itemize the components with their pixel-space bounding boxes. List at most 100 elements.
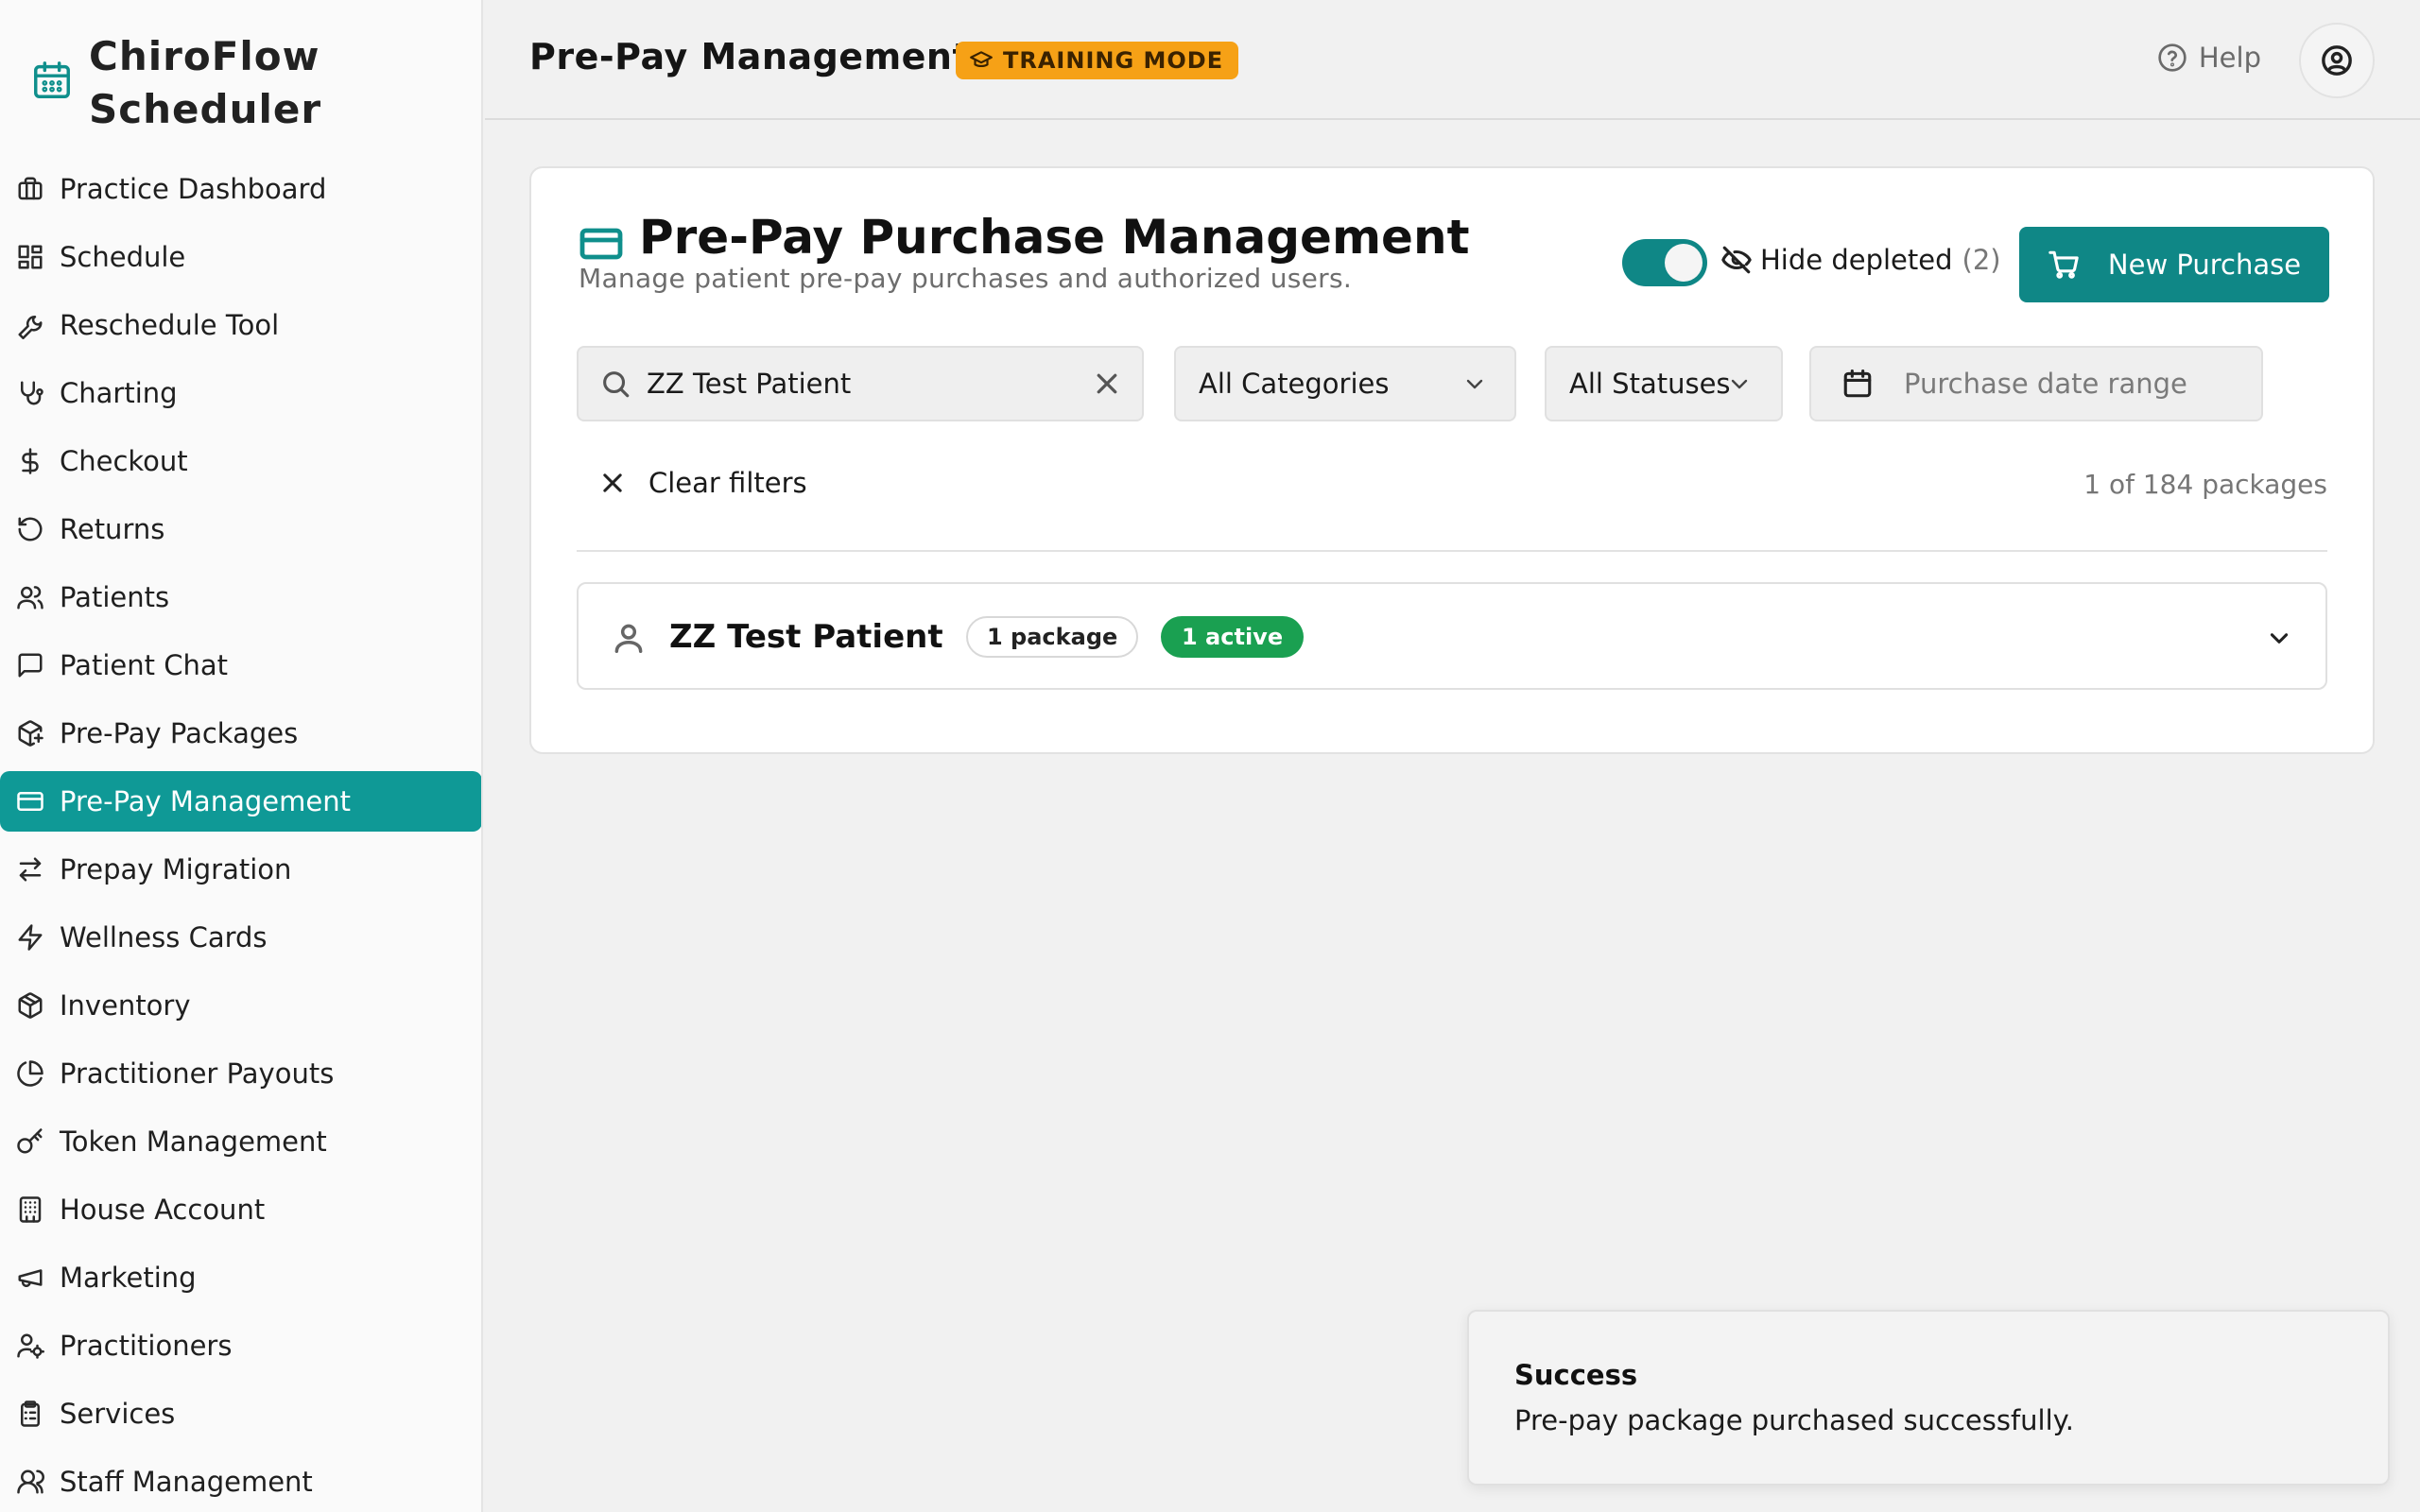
hide-depleted-toggle[interactable]: [1622, 239, 1707, 286]
sidebar-item-house-account[interactable]: House Account: [0, 1179, 481, 1240]
brand[interactable]: ChiroFlow Scheduler: [0, 0, 481, 170]
divider: [577, 550, 2327, 552]
user-cog-icon: [15, 1331, 45, 1361]
box-icon: [15, 990, 45, 1021]
package-result-count: 1 of 184 packages: [2083, 469, 2327, 500]
top-header: Pre-Pay Management TRAINING MODE Help: [485, 0, 2420, 120]
toast-message: Pre-pay package purchased successfully.: [1514, 1404, 2074, 1436]
sidebar-item-inventory[interactable]: Inventory: [0, 975, 481, 1036]
active-count-badge: 1 active: [1161, 616, 1305, 658]
patient-search-input[interactable]: ZZ Test Patient: [577, 346, 1144, 421]
chevron-down-icon: [1731, 379, 1748, 389]
sidebar-item-reschedule-tool[interactable]: Reschedule Tool: [0, 295, 481, 355]
toast-title: Success: [1514, 1359, 1638, 1391]
user-circle-icon: [2322, 45, 2352, 76]
sidebar-item-practitioner-payouts[interactable]: Practitioner Payouts: [0, 1043, 481, 1104]
sidebar-item-charting[interactable]: Charting: [0, 363, 481, 423]
sidebar-item-label: Practitioner Payouts: [60, 1057, 335, 1090]
users-icon: [15, 582, 45, 612]
new-purchase-label: New Purchase: [2107, 249, 2302, 281]
patient-group-row[interactable]: ZZ Test Patient 1 package 1 active: [577, 582, 2327, 690]
page-title: Pre-Pay Management: [529, 36, 971, 77]
success-toast: Success Pre-pay package purchased succes…: [1467, 1310, 2390, 1486]
sidebar-item-label: Practice Dashboard: [60, 173, 327, 205]
sidebar-item-patients[interactable]: Patients: [0, 567, 481, 627]
chevron-down-icon: [1466, 379, 1483, 389]
sidebar-item-label: Patient Chat: [60, 649, 228, 681]
clear-filters-button[interactable]: Clear filters: [599, 467, 807, 499]
hide-depleted-label-group[interactable]: Hide depleted (2): [1720, 244, 2001, 276]
zap-icon: [15, 922, 45, 953]
briefcase-icon: [15, 174, 45, 204]
user-icon: [614, 624, 643, 653]
new-purchase-button[interactable]: New Purchase: [2019, 227, 2329, 302]
sidebar-nav: Practice Dashboard Schedule Reschedule Too…: [0, 159, 481, 1512]
key-icon: [15, 1126, 45, 1157]
category-select[interactable]: All Categories: [1174, 346, 1516, 421]
sidebar-item-label: House Account: [60, 1194, 266, 1226]
building-icon: [15, 1194, 45, 1225]
search-value: ZZ Test Patient: [647, 368, 852, 400]
sidebar-item-returns[interactable]: Returns: [0, 499, 481, 559]
user-menu-button[interactable]: [2299, 23, 2375, 98]
search-icon: [603, 371, 630, 398]
sidebar-item-token-management[interactable]: Token Management: [0, 1111, 481, 1172]
megaphone-icon: [15, 1263, 45, 1293]
prepay-purchase-card: Pre-Pay Purchase Management Manage patie…: [529, 166, 2375, 754]
sidebar-item-staff-management[interactable]: Staff Management: [0, 1452, 481, 1512]
sidebar-item-label: Patients: [60, 581, 170, 613]
sidebar-item-pre-pay-packages[interactable]: Pre-Pay Packages: [0, 703, 481, 764]
sidebar-item-label: Prepay Migration: [60, 853, 292, 885]
sidebar-item-patient-chat[interactable]: Patient Chat: [0, 635, 481, 696]
sidebar-item-label: Returns: [60, 513, 165, 545]
sidebar-item-label: Reschedule Tool: [60, 309, 280, 341]
status-select-value: All Statuses: [1569, 368, 1731, 400]
sidebar-item-prepay-migration[interactable]: Prepay Migration: [0, 839, 481, 900]
hide-depleted-label: Hide depleted: [1760, 244, 1953, 276]
training-mode-label: TRAINING MODE: [1003, 47, 1224, 74]
status-select[interactable]: All Statuses: [1545, 346, 1783, 421]
sidebar-item-marketing[interactable]: Marketing: [0, 1247, 481, 1308]
message-square-icon: [15, 650, 45, 680]
patient-name: ZZ Test Patient: [669, 618, 943, 656]
sidebar-item-wellness-cards[interactable]: Wellness Cards: [0, 907, 481, 968]
purchase-date-range-picker[interactable]: Purchase date range: [1809, 346, 2263, 421]
help-circle-icon: [2158, 43, 2187, 72]
sidebar-item-services[interactable]: Services: [0, 1383, 481, 1444]
pie-chart-icon: [15, 1058, 45, 1089]
sidebar-item-label: Checkout: [60, 445, 188, 477]
arrows-exchange-icon: [15, 854, 45, 885]
clear-search-icon[interactable]: [1093, 369, 1121, 398]
help-button[interactable]: Help: [2157, 42, 2261, 74]
training-mode-badge: TRAINING MODE: [956, 42, 1239, 79]
sidebar-item-label: Marketing: [60, 1262, 197, 1294]
sidebar-item-practice-dashboard[interactable]: Practice Dashboard: [0, 159, 481, 219]
sidebar-item-checkout[interactable]: Checkout: [0, 431, 481, 491]
sidebar-item-label: Pre-Pay Management: [60, 785, 351, 817]
clear-filters-label: Clear filters: [648, 467, 807, 499]
card-title: Pre-Pay Purchase Management: [639, 210, 1470, 265]
rotate-ccw-icon: [15, 514, 45, 544]
date-range-placeholder: Purchase date range: [1904, 368, 2187, 400]
toggle-knob: [1665, 244, 1703, 282]
sidebar-item-label: Services: [60, 1398, 176, 1430]
users-round-icon: [15, 1467, 45, 1497]
eye-off-icon: [1721, 246, 1752, 274]
shopping-cart-icon: [2048, 250, 2079, 279]
layout-grid-icon: [15, 242, 45, 272]
clipboard-list-icon: [15, 1399, 45, 1429]
package-plus-icon: [15, 718, 45, 748]
credit-card-icon: [15, 786, 45, 816]
sidebar-item-practitioners[interactable]: Practitioners: [0, 1315, 481, 1376]
calendar-icon: [1843, 369, 1872, 398]
chevron-down-icon[interactable]: [2267, 626, 2291, 650]
sidebar-item-label: Inventory: [60, 989, 191, 1022]
sidebar-item-label: Charting: [60, 377, 178, 409]
sidebar-item-label: Practitioners: [60, 1330, 233, 1362]
dollar-icon: [15, 446, 45, 476]
sidebar-item-pre-pay-management[interactable]: Pre-Pay Management: [0, 771, 481, 832]
sidebar-item-schedule[interactable]: Schedule: [0, 227, 481, 287]
package-count-badge: 1 package: [966, 616, 1139, 658]
sidebar-item-label: Pre-Pay Packages: [60, 717, 299, 749]
sidebar-item-label: Token Management: [60, 1125, 327, 1158]
